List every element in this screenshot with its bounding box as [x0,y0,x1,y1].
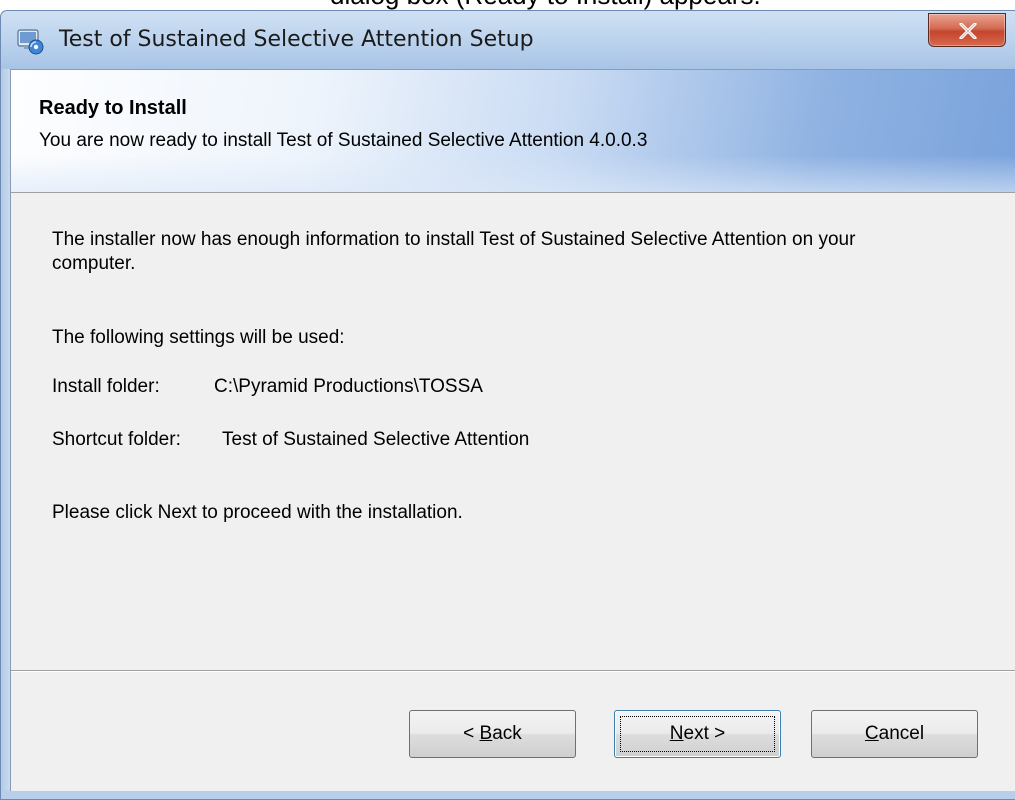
cancel-button-rest: ancel [878,723,925,744]
dialog-client-area: Ready to Install You are now ready to in… [10,69,1015,791]
back-button-rest: ack [492,723,522,744]
cancel-button[interactable]: Cancel [811,710,978,758]
window-title: Test of Sustained Selective Attention Se… [59,27,534,52]
page-subtitle: You are now ready to install Test of Sus… [39,130,648,151]
shortcut-folder-label: Shortcut folder: [52,429,181,450]
title-bar[interactable]: Test of Sustained Selective Attention Se… [1,11,1015,69]
header-banner: Ready to Install You are now ready to in… [11,70,1015,193]
close-button[interactable] [928,13,1006,47]
intro-text-line-2: computer. [52,253,136,274]
install-folder-value: C:\Pyramid Productions\TOSSA [214,376,483,397]
next-button[interactable]: Next > [614,710,781,758]
settings-heading: The following settings will be used: [52,327,345,348]
proceed-instruction: Please click Next to proceed with the in… [52,502,463,523]
banner-glow [11,155,1015,192]
back-button[interactable]: < Back [409,710,576,758]
page-title: Ready to Install [39,97,187,119]
installer-icon [15,26,45,56]
back-button-prefix: < [463,723,480,744]
focus-ring [620,716,775,752]
back-button-mnemonic: B [479,723,493,744]
button-separator [11,670,1015,672]
setup-window: Test of Sustained Selective Attention Se… [0,10,1015,800]
window-border-left [1,69,10,791]
install-folder-label: Install folder: [52,376,160,397]
intro-text-line-1: The installer now has enough information… [52,229,856,250]
shortcut-folder-value: Test of Sustained Selective Attention [222,429,530,450]
cancel-button-mnemonic: C [864,723,879,744]
